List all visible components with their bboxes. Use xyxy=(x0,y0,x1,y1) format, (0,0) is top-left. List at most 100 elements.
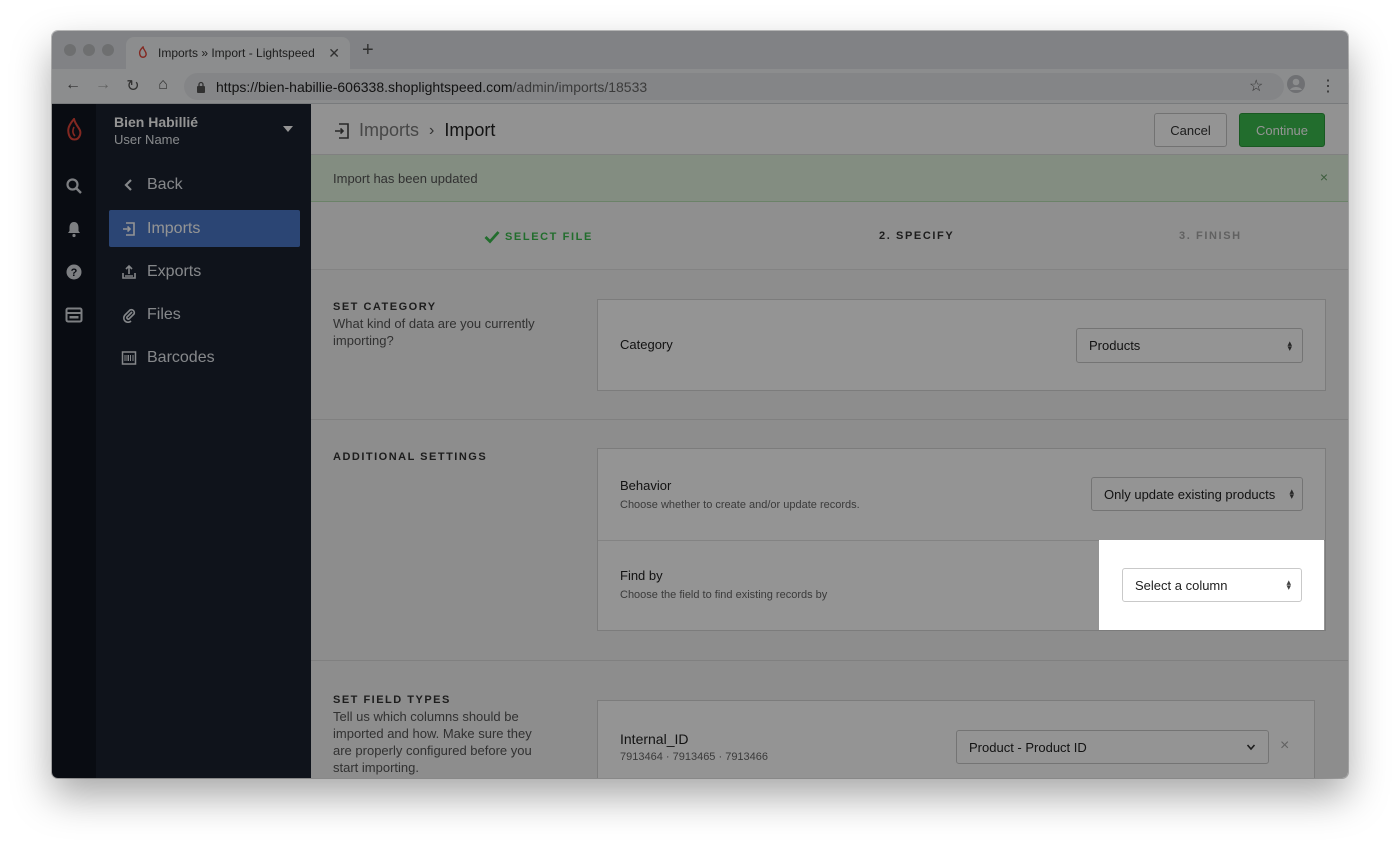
section-title: ADDITIONAL SETTINGS xyxy=(333,451,488,463)
field-types-section: SET FIELD TYPES Tell us which columns sh… xyxy=(311,661,1348,778)
find-by-select[interactable]: Select a column ▴ ▾ xyxy=(1122,568,1302,602)
behavior-selected: Only update existing products xyxy=(1104,486,1276,502)
page-header: Imports › Import Cancel Continue xyxy=(311,104,1348,155)
close-tab-icon[interactable]: ✕ xyxy=(328,45,340,62)
select-arrows-icon: ▴ ▾ xyxy=(1286,577,1291,592)
tab-title: Imports » Import - Lightspeed xyxy=(158,46,315,60)
category-card: Category Products ▴ ▾ xyxy=(597,299,1326,391)
step-label: 2. SPECIFY xyxy=(879,230,955,242)
tab-bar: Imports » Import - Lightspeed ✕ + xyxy=(52,31,1348,69)
select-arrows-icon: ▴ ▾ xyxy=(1287,337,1292,353)
category-label: Category xyxy=(620,337,673,352)
import-icon xyxy=(335,122,349,139)
sidebar-item-label: Files xyxy=(147,305,181,323)
remove-field-icon[interactable]: × xyxy=(1280,737,1289,755)
find-by-label: Find by xyxy=(620,568,663,583)
account-switcher[interactable]: Bien Habillié User Name xyxy=(114,114,198,147)
field-type-selected: Product - Product ID xyxy=(969,739,1087,755)
sidebar-item-exports[interactable]: Exports xyxy=(109,253,300,290)
close-window-button[interactable] xyxy=(64,44,76,56)
close-icon[interactable]: × xyxy=(1320,169,1328,185)
import-icon xyxy=(121,221,137,237)
store-icon[interactable] xyxy=(65,306,83,324)
checkmark-icon xyxy=(484,231,500,244)
bell-icon[interactable] xyxy=(65,220,83,238)
sidebar-item-imports[interactable]: Imports xyxy=(109,210,300,247)
category-select[interactable]: Products ▴ ▾ xyxy=(1076,328,1303,363)
maximize-window-button[interactable] xyxy=(102,44,114,56)
svg-text:?: ? xyxy=(71,267,78,279)
section-title: SET FIELD TYPES xyxy=(333,694,451,706)
section-description: Tell us which columns should be imported… xyxy=(333,709,532,775)
success-banner: Import has been updated × xyxy=(311,155,1348,202)
sidebar-back-label: Back xyxy=(147,175,183,193)
lightspeed-favicon-icon xyxy=(138,46,147,58)
home-icon[interactable]: ⌂ xyxy=(153,76,173,94)
browser-tab[interactable]: Imports » Import - Lightspeed ✕ xyxy=(126,37,350,69)
sidebar-item-files[interactable]: Files xyxy=(109,296,300,333)
store-name: Bien Habillié xyxy=(114,114,199,130)
address-bar: ← → ↻ ⌂ https://bien-habillie-606338.sho… xyxy=(52,69,1348,104)
page-title: Import xyxy=(444,120,496,140)
main-content: Imports › Import Cancel Continue Import … xyxy=(311,104,1348,778)
url-path: /admin/imports/18533 xyxy=(512,78,648,95)
url-host: https://bien-habillie-606338.shoplightsp… xyxy=(216,78,513,95)
browser-window: Imports » Import - Lightspeed ✕ + ← → ↻ … xyxy=(52,31,1348,778)
bookmark-star-icon[interactable]: ☆ xyxy=(1249,76,1263,96)
step-specify: 2. SPECIFY xyxy=(879,230,954,242)
breadcrumb: Imports › Import xyxy=(333,120,495,141)
chevron-down-icon xyxy=(1246,744,1256,751)
behavior-label: Behavior xyxy=(620,478,672,493)
field-type-card: Internal_ID 7913464 · 7913465 · 7913466 … xyxy=(597,700,1315,778)
paperclip-icon xyxy=(121,307,137,323)
chevron-left-icon xyxy=(121,177,137,193)
section-description: What kind of data are you currently impo… xyxy=(333,316,535,348)
continue-button[interactable]: Continue xyxy=(1239,113,1325,147)
new-tab-button[interactable]: + xyxy=(362,39,374,62)
category-selected: Products xyxy=(1089,338,1141,353)
field-type-select[interactable]: Product - Product ID xyxy=(956,730,1269,764)
user-name: User Name xyxy=(114,132,180,147)
chevron-right-icon: › xyxy=(429,121,435,139)
behavior-select[interactable]: Only update existing products ▴ ▾ xyxy=(1091,477,1303,511)
step-finish: 3. FINISH xyxy=(1179,230,1242,242)
step-label: SELECT FILE xyxy=(505,231,593,243)
sidebar-item-barcodes[interactable]: Barcodes xyxy=(109,339,300,376)
category-section: SET CATEGORY What kind of data are you c… xyxy=(311,270,1348,420)
find-by-description: Choose the field to find existing record… xyxy=(620,589,828,601)
help-icon[interactable]: ? xyxy=(65,263,83,281)
barcode-icon xyxy=(121,350,137,366)
sidebar-item-label: Barcodes xyxy=(147,348,215,366)
select-arrows-icon: ▴ ▾ xyxy=(1289,486,1294,501)
field-name: Internal_ID xyxy=(620,731,689,747)
caret-down-icon[interactable] xyxy=(283,126,293,132)
find-by-spotlight: Select a column ▴ ▾ xyxy=(1099,540,1324,630)
app: ? Bien Habillié User Name Back Imports E… xyxy=(52,104,1348,778)
reload-icon[interactable]: ↻ xyxy=(123,76,143,96)
section-title: SET CATEGORY xyxy=(333,301,437,313)
forward-arrow-icon[interactable]: → xyxy=(93,76,113,94)
sidebar: Bien Habillié User Name Back Imports Exp… xyxy=(96,104,311,778)
browser-menu-icon[interactable]: ⋮ xyxy=(1320,76,1336,96)
search-icon[interactable] xyxy=(65,177,83,195)
lock-icon xyxy=(197,81,205,93)
export-icon xyxy=(121,264,137,280)
find-by-selected: Select a column xyxy=(1135,577,1228,593)
url-field[interactable]: https://bien-habillie-606338.shoplightsp… xyxy=(184,73,1284,100)
step-indicator: SELECT FILE 2. SPECIFY 3. FINISH xyxy=(311,202,1348,270)
step-label: 3. FINISH xyxy=(1179,230,1242,242)
behavior-description: Choose whether to create and/or update r… xyxy=(620,499,860,511)
sidebar-item-label: Imports xyxy=(147,219,201,237)
banner-message: Import has been updated xyxy=(333,170,478,186)
back-arrow-icon[interactable]: ← xyxy=(63,76,83,94)
field-samples: 7913464 · 7913465 · 7913466 xyxy=(620,751,769,763)
icon-rail: ? xyxy=(52,104,96,778)
sidebar-back[interactable]: Back xyxy=(109,166,300,203)
breadcrumb-imports[interactable]: Imports xyxy=(359,120,419,141)
minimize-window-button[interactable] xyxy=(83,44,95,56)
logo-icon[interactable] xyxy=(64,116,84,144)
sidebar-item-label: Exports xyxy=(147,262,202,280)
step-select-file: SELECT FILE xyxy=(484,230,593,244)
profile-icon[interactable] xyxy=(1286,74,1306,99)
cancel-button[interactable]: Cancel xyxy=(1154,113,1227,147)
